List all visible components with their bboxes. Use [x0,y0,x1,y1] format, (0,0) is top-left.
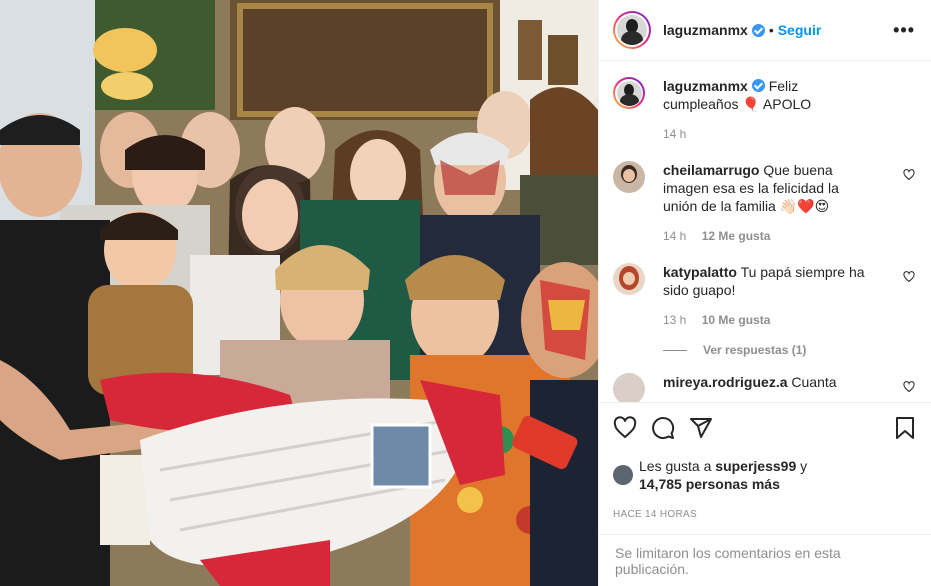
commenter-avatar[interactable] [613,263,645,295]
caption-username[interactable]: laguzmanmx [663,78,748,94]
liker-username[interactable]: superjess99 [715,458,796,474]
comment-icon[interactable] [651,416,675,440]
comment-text: Cuanta [791,374,837,390]
comment-likes[interactable]: 10 Me gusta [702,313,771,327]
comments-list[interactable]: laguzmanmx Feliz cumpleaños 🎈 APOLO 14 h… [599,61,931,402]
caption: laguzmanmx Feliz cumpleaños 🎈 APOLO 14 h [613,77,915,143]
post-side-panel: laguzmanmx • Seguir ••• laguzmanmx Feliz… [598,0,931,586]
comment-age[interactable]: 14 h [663,229,686,243]
post-header: laguzmanmx • Seguir ••• [599,0,931,61]
likes-count[interactable]: 14,785 personas más [639,476,780,492]
family-party-photo [0,0,598,586]
action-icons [613,413,917,443]
commenter-avatar[interactable] [613,373,645,402]
verified-badge-icon [751,23,765,37]
caption-age[interactable]: 14 h [663,127,686,141]
comment-item: katypalatto Tu papá siempre ha sido guap… [613,263,915,329]
view-replies-button[interactable]: Ver respuestas (1) [663,343,915,357]
follow-button[interactable]: Seguir [778,22,822,38]
heart-icon[interactable] [903,271,915,283]
verified-badge-icon [751,79,765,92]
comment-username[interactable]: mireya.rodriguez.a [663,374,788,390]
likes-summary: Les gusta a superjess99 y 14,785 persona… [613,457,917,493]
post-photo[interactable] [0,0,598,586]
comments-limited-notice: Se limitaron los comentarios en esta pub… [599,534,931,586]
likes-prefix: Les gusta a [639,458,712,474]
comment-username[interactable]: cheilamarrugo [663,162,759,178]
comment-username[interactable]: katypalatto [663,264,737,280]
instagram-post: laguzmanmx • Seguir ••• laguzmanmx Feliz… [0,0,931,586]
heart-icon[interactable] [903,169,915,181]
post-timestamp[interactable]: HACE 14 HORAS [613,509,917,520]
likes-conjunction: y [800,458,808,474]
separator-dot: • [768,22,774,38]
comment-likes[interactable]: 12 Me gusta [702,229,771,243]
caption-avatar[interactable] [613,77,645,109]
heart-icon[interactable] [903,381,915,393]
author-avatar[interactable] [613,11,651,49]
comment-item: mireya.rodriguez.a Cuanta [613,373,915,402]
more-options-icon[interactable]: ••• [893,20,915,41]
post-actions: Les gusta a superjess99 y 14,785 persona… [599,402,931,520]
liker-avatar[interactable] [613,465,633,485]
author-username[interactable]: laguzmanmx [663,22,748,38]
view-replies-label: Ver respuestas (1) [703,343,807,357]
share-icon[interactable] [689,416,713,440]
replies-divider [663,349,687,351]
heart-icon[interactable] [613,416,637,440]
commenter-avatar[interactable] [613,161,645,193]
comment-item: cheilamarrugo Que buena imagen esa es la… [613,161,915,245]
comment-age[interactable]: 13 h [663,313,686,327]
bookmark-icon[interactable] [893,416,917,440]
